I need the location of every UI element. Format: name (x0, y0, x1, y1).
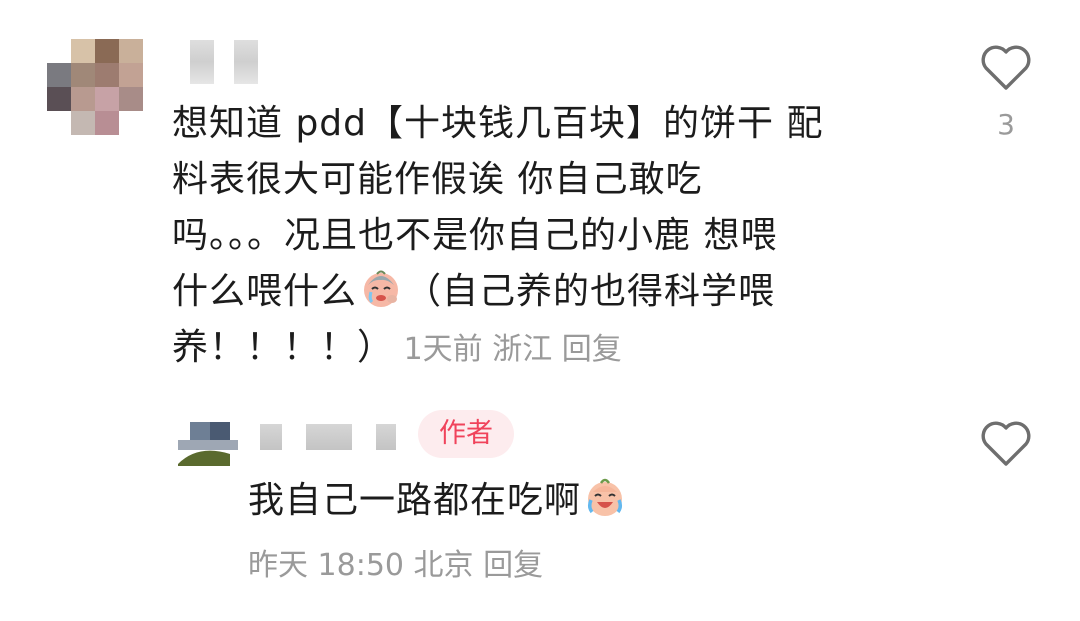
reply-button[interactable]: 回复 (483, 548, 543, 583)
reply-time: 昨天 18:50 (248, 548, 404, 583)
heart-icon[interactable] (980, 44, 1032, 92)
username-blurred[interactable] (190, 40, 258, 84)
comment-line: （自己养的也得科学喂 (405, 271, 776, 312)
comment-line: 想知道 pdd【十块钱几百块】的饼干 配 (172, 103, 824, 144)
avatar[interactable] (178, 420, 238, 466)
comment-item: 想知道 pdd【十块钱几百块】的饼干 配 料表很大可能作假诶 你自己敢吃 吗。。… (0, 0, 1080, 400)
laughing-crying-face-emoji (588, 478, 623, 516)
comment-line: 什么喂什么 (172, 271, 358, 312)
comment-line: 养！！！！） (172, 327, 395, 368)
reply-text-content: 我自己一路都在吃啊 (248, 480, 582, 521)
crying-face-emoji (364, 270, 399, 307)
comment-line-with-meta: 养！！！！） 1天前 浙江 回复 (172, 320, 932, 378)
comment-line: 吗。。。况且也不是你自己的小鹿 想喂 (172, 215, 778, 256)
reply-meta: 昨天 18:50 北京 回复 (248, 542, 543, 590)
like-count: 3 (997, 108, 1015, 141)
author-badge: 作者 (418, 410, 514, 458)
avatar[interactable] (47, 39, 143, 135)
reply-text: 我自己一路都在吃啊 (248, 473, 629, 529)
reply-location: 北京 (413, 548, 474, 583)
comment-meta: 1天前 浙江 回复 (394, 332, 622, 367)
comment-location: 浙江 (492, 332, 553, 367)
comment-text: 想知道 pdd【十块钱几百块】的饼干 配 料表很大可能作假诶 你自己敢吃 吗。。… (172, 96, 932, 378)
comment-line-with-emoji: 什么喂什么 （自己养的也得科学喂 (172, 264, 932, 320)
comment-line: 料表很大可能作假诶 你自己敢吃 (172, 159, 703, 200)
reply-button[interactable]: 回复 (562, 332, 622, 367)
heart-icon[interactable] (980, 420, 1032, 468)
username-blurred[interactable] (260, 420, 396, 454)
comment-time: 1天前 (403, 332, 483, 367)
